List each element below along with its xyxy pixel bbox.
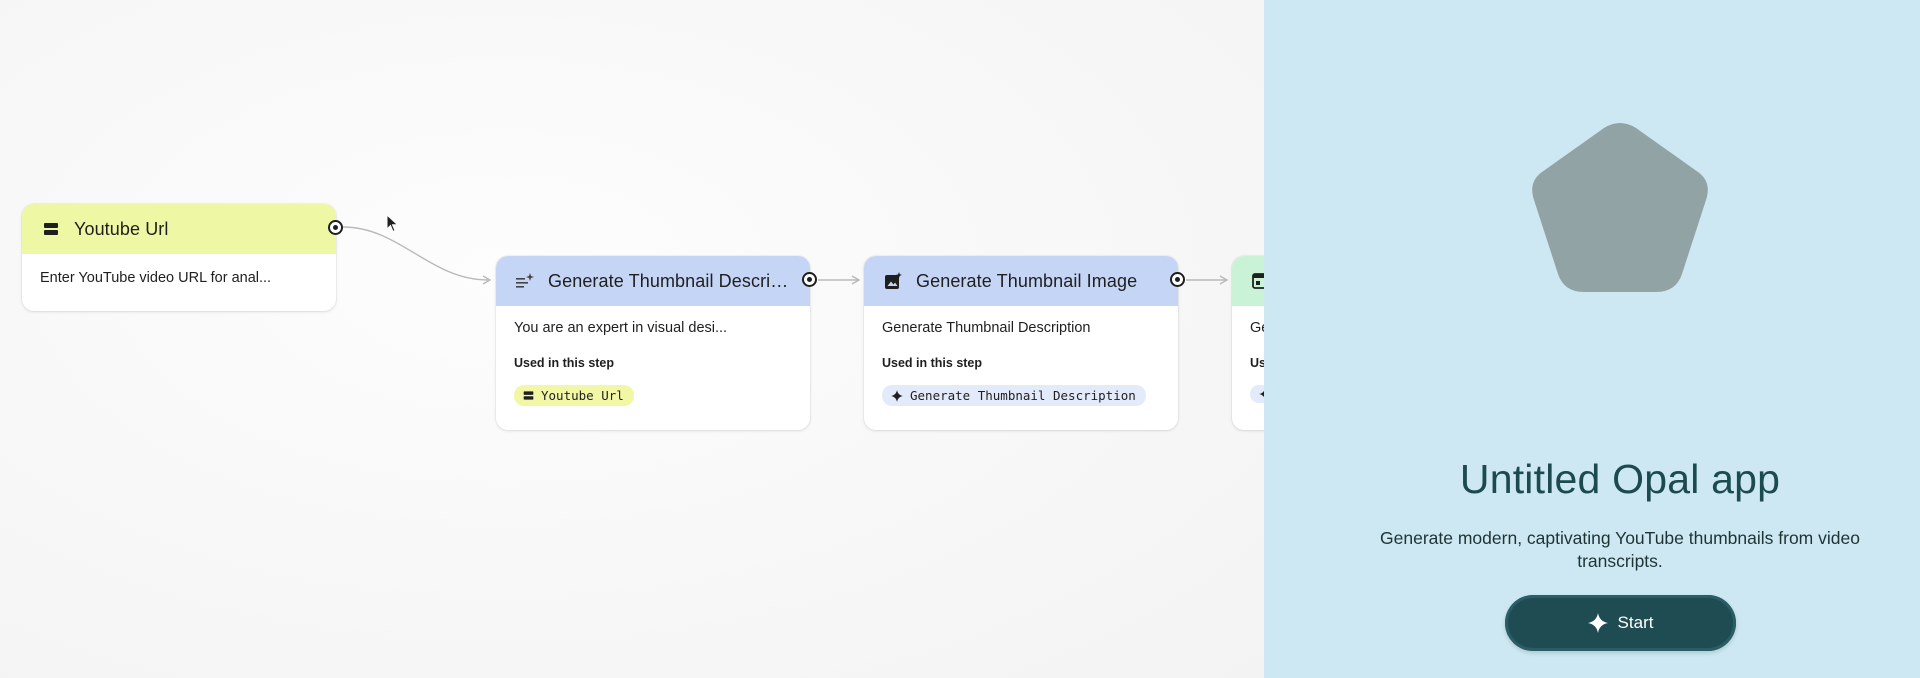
edge-youtube-url-to-description <box>342 226 489 281</box>
node-header[interactable]: Generate Thumbnail Descript... <box>496 256 817 306</box>
input-icon <box>40 218 62 240</box>
node-prompt: Generate Thumbnail Description <box>882 320 1091 336</box>
workflow-canvas[interactable]: Youtube Url Enter YouTube video URL for … <box>0 0 1264 678</box>
app-preview-panel <box>1264 0 1920 678</box>
input-chip[interactable] <box>1250 385 1264 403</box>
output-port[interactable] <box>328 220 343 235</box>
node-header[interactable]: Generate Thumbnail Image <box>864 256 1185 306</box>
used-in-step-label: Used in this step <box>514 356 615 370</box>
chip-label: Generate Thumbnail Description <box>910 388 1136 403</box>
output-port[interactable] <box>802 272 817 287</box>
node-title: Youtube Url <box>74 218 169 239</box>
node-prompt: Enter YouTube video URL for anal... <box>40 270 272 286</box>
sparkle-icon <box>891 389 903 402</box>
node-generate-thumbnail-description[interactable]: Generate Thumbnail Descript... You are a… <box>496 256 817 430</box>
output-icon <box>1250 270 1264 292</box>
node-youtube-url[interactable]: Youtube Url Enter YouTube video URL for … <box>22 204 343 311</box>
node-title: Generate Thumbnail Image <box>916 270 1138 291</box>
chip-label: Youtube Url <box>541 388 624 403</box>
node-title: Generate Thumbnail Descript... <box>548 270 796 291</box>
pentagon-icon <box>1532 123 1708 292</box>
node-header[interactable] <box>1232 256 1264 306</box>
used-in-step-label: Use <box>1250 356 1264 370</box>
node-prompt: Ge <box>1250 320 1264 336</box>
input-chip[interactable]: Youtube Url <box>514 385 634 406</box>
app-title: Untitled Opal app <box>1459 456 1781 502</box>
node-header[interactable]: Youtube Url <box>22 204 343 254</box>
output-port[interactable] <box>1170 272 1185 287</box>
sparkle-icon <box>1587 613 1608 633</box>
start-button[interactable]: Start <box>1505 595 1736 651</box>
node-output[interactable]: Ge Use <box>1232 256 1264 430</box>
text-generate-icon <box>514 270 536 292</box>
image-generate-icon <box>882 270 904 292</box>
app-description: Generate modern, captivating YouTube thu… <box>1380 528 1860 571</box>
start-label: Start <box>1617 613 1654 632</box>
mouse-cursor-icon <box>386 214 399 233</box>
node-generate-thumbnail-image[interactable]: Generate Thumbnail Image Generate Thumbn… <box>864 256 1185 430</box>
input-chip[interactable]: Generate Thumbnail Description <box>882 385 1146 406</box>
used-in-step-label: Used in this step <box>882 356 983 370</box>
input-icon <box>523 390 534 401</box>
node-prompt: You are an expert in visual desi... <box>514 320 728 336</box>
